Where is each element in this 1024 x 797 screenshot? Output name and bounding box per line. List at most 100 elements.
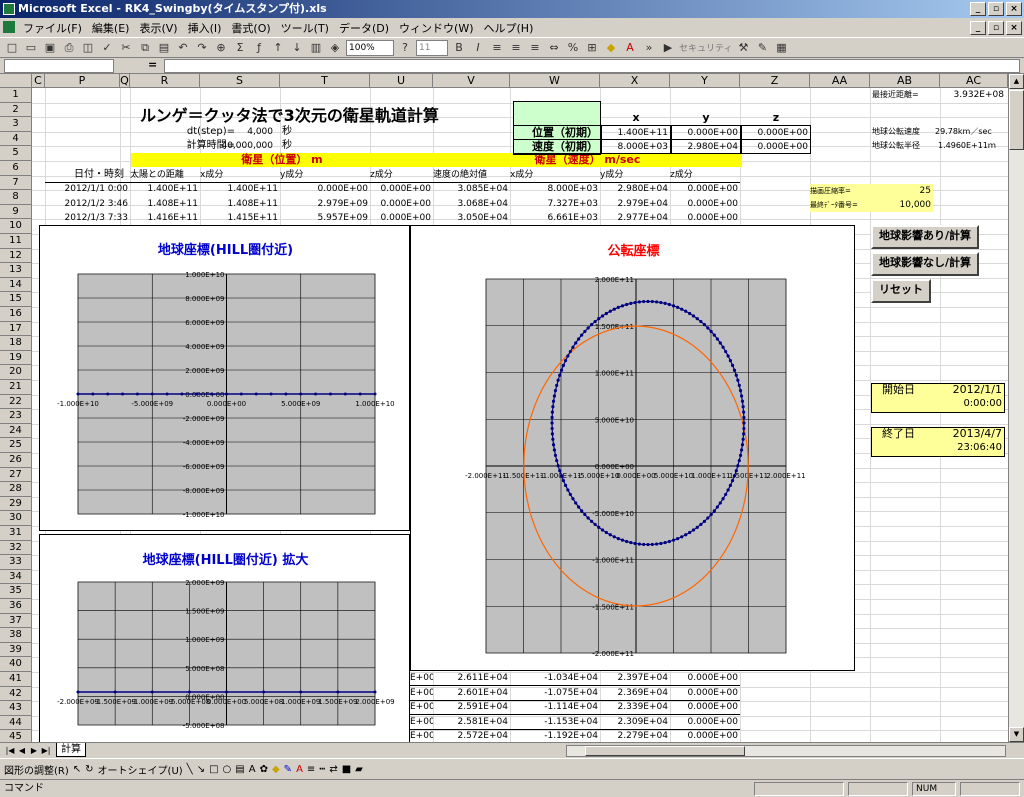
- table-cell[interactable]: 2.611E+04: [433, 671, 510, 686]
- table-cell[interactable]: E+00: [410, 686, 433, 701]
- row-header[interactable]: 44: [0, 715, 32, 731]
- doc-restore-button[interactable]: ▫: [988, 21, 1004, 35]
- table-cell[interactable]: -1.114E+04: [510, 700, 600, 716]
- column-header[interactable]: X: [600, 74, 670, 88]
- menu-insert[interactable]: 挿入(I): [183, 20, 227, 36]
- zoom-select[interactable]: 100%: [346, 39, 394, 56]
- font-size-select[interactable]: 11: [416, 39, 448, 56]
- row-header[interactable]: 39: [0, 642, 32, 658]
- drawing-icon[interactable]: ◈: [327, 40, 343, 56]
- table-cell[interactable]: -1.075E+04: [510, 686, 600, 701]
- end-time[interactable]: 23:06:40: [938, 441, 1004, 455]
- table-cell[interactable]: 0.000E+00: [670, 729, 740, 742]
- spell-icon[interactable]: ✓: [99, 40, 115, 56]
- close-button[interactable]: ×: [1006, 2, 1022, 16]
- column-header[interactable]: U: [370, 74, 433, 88]
- menu-view[interactable]: 表示(V): [134, 20, 182, 36]
- row-header[interactable]: 7: [0, 175, 32, 191]
- formula-input[interactable]: [164, 59, 1020, 73]
- sheet-tab-calc[interactable]: 計算: [56, 743, 86, 757]
- table-cell[interactable]: 0.000E+00: [670, 715, 740, 730]
- row-header[interactable]: 31: [0, 526, 32, 541]
- scroll-down-icon[interactable]: ▼: [1009, 727, 1024, 742]
- init-pos-y[interactable]: 0.000E+00: [671, 125, 741, 140]
- row-header[interactable]: 22: [0, 394, 32, 410]
- dash-style-icon[interactable]: ┅: [319, 764, 325, 775]
- arrow-icon[interactable]: ↘: [197, 764, 205, 775]
- function-icon[interactable]: ƒ: [251, 40, 267, 56]
- table-cell[interactable]: 0.000E+00: [370, 211, 433, 225]
- prev-sheet-icon[interactable]: ◀: [16, 745, 28, 757]
- menu-data[interactable]: データ(D): [334, 20, 394, 36]
- row-header[interactable]: 16: [0, 307, 32, 322]
- calc-value[interactable]: 40,000,000: [212, 139, 275, 153]
- autosum-icon[interactable]: Σ: [232, 40, 248, 56]
- table-cell[interactable]: 1.400E+11: [200, 182, 280, 196]
- doc-minimize-button[interactable]: _: [970, 21, 986, 35]
- table-cell[interactable]: 2.397E+04: [600, 671, 670, 686]
- new-icon[interactable]: □: [4, 40, 20, 56]
- first-sheet-icon[interactable]: |◀: [4, 745, 16, 757]
- row-header[interactable]: 29: [0, 496, 32, 512]
- fill-color-draw-icon[interactable]: ◆: [272, 764, 280, 775]
- row-header[interactable]: 32: [0, 540, 32, 556]
- table-cell[interactable]: 1.408E+11: [130, 197, 200, 211]
- row-header[interactable]: 25: [0, 438, 32, 453]
- table-cell[interactable]: 2.591E+04: [433, 700, 510, 716]
- row-header[interactable]: 5: [0, 146, 32, 161]
- align-center-icon[interactable]: ≡: [508, 40, 524, 56]
- row-header[interactable]: 23: [0, 409, 32, 424]
- row-header[interactable]: 33: [0, 555, 32, 570]
- row-header[interactable]: 4: [0, 131, 32, 147]
- row-header[interactable]: 2: [0, 102, 32, 118]
- save-icon[interactable]: ▣: [42, 40, 58, 56]
- paste-icon[interactable]: ▤: [156, 40, 172, 56]
- italic-icon[interactable]: I: [470, 40, 486, 56]
- column-header[interactable]: AA: [810, 74, 870, 88]
- row-header[interactable]: 8: [0, 190, 32, 205]
- scroll-up-icon[interactable]: ▲: [1009, 74, 1024, 89]
- table-cell[interactable]: -1.153E+04: [510, 715, 600, 730]
- start-time[interactable]: 0:00:00: [938, 397, 1004, 411]
- row-header[interactable]: 36: [0, 599, 32, 614]
- design-mode-icon[interactable]: ✎: [754, 40, 770, 56]
- row-header[interactable]: 41: [0, 672, 32, 687]
- row-header[interactable]: 17: [0, 321, 32, 337]
- row-header[interactable]: 43: [0, 701, 32, 716]
- percent-icon[interactable]: %: [565, 40, 581, 56]
- menu-edit[interactable]: 編集(E): [87, 20, 135, 36]
- table-cell[interactable]: 0.000E+00: [370, 197, 433, 211]
- row-header[interactable]: 11: [0, 234, 32, 249]
- interval-value[interactable]: 25: [870, 184, 933, 198]
- row-header[interactable]: 40: [0, 657, 32, 672]
- last-index-value[interactable]: 10,000: [870, 198, 933, 212]
- column-header[interactable]: AC: [940, 74, 1008, 88]
- hyperlink-icon[interactable]: ⊕: [213, 40, 229, 56]
- name-box[interactable]: [4, 59, 114, 73]
- column-header[interactable]: AB: [870, 74, 940, 88]
- table-cell[interactable]: 1.408E+11: [200, 197, 280, 211]
- worksheet-grid[interactable]: C P Q R S T U V W X Y Z AA AB AC 1 2 3 4 5 6 7 8 9 10 11 12 13 14 15…: [0, 74, 1008, 742]
- menu-file[interactable]: ファイル(F): [18, 20, 87, 36]
- table-cell[interactable]: 2.279E+04: [600, 729, 670, 742]
- font-color-icon[interactable]: A: [622, 40, 638, 56]
- row-header[interactable]: 13: [0, 263, 32, 278]
- doc-close-button[interactable]: ×: [1006, 21, 1022, 35]
- table-cell[interactable]: 1.400E+11: [130, 182, 200, 196]
- help-icon[interactable]: ?: [397, 40, 413, 56]
- table-cell[interactable]: 5.957E+09: [280, 211, 370, 225]
- end-date[interactable]: 2013/4/7: [938, 427, 1004, 441]
- column-header[interactable]: Z: [740, 74, 810, 88]
- column-header[interactable]: Q: [120, 74, 130, 88]
- row-header[interactable]: 28: [0, 482, 32, 497]
- table-cell[interactable]: E+00: [410, 700, 433, 716]
- init-pos-z[interactable]: 0.000E+00: [741, 125, 811, 140]
- table-cell[interactable]: 2.581E+04: [433, 715, 510, 730]
- autoshape-menu[interactable]: オートシェイプ(U): [98, 762, 183, 777]
- menu-tools[interactable]: ツール(T): [276, 20, 334, 36]
- row-header[interactable]: 21: [0, 380, 32, 395]
- arrow-style-icon[interactable]: ⇄: [329, 764, 337, 775]
- table-cell[interactable]: 0.000E+00: [670, 700, 740, 716]
- restore-button[interactable]: ▫: [988, 2, 1004, 16]
- clipart-icon[interactable]: ✿: [260, 764, 268, 775]
